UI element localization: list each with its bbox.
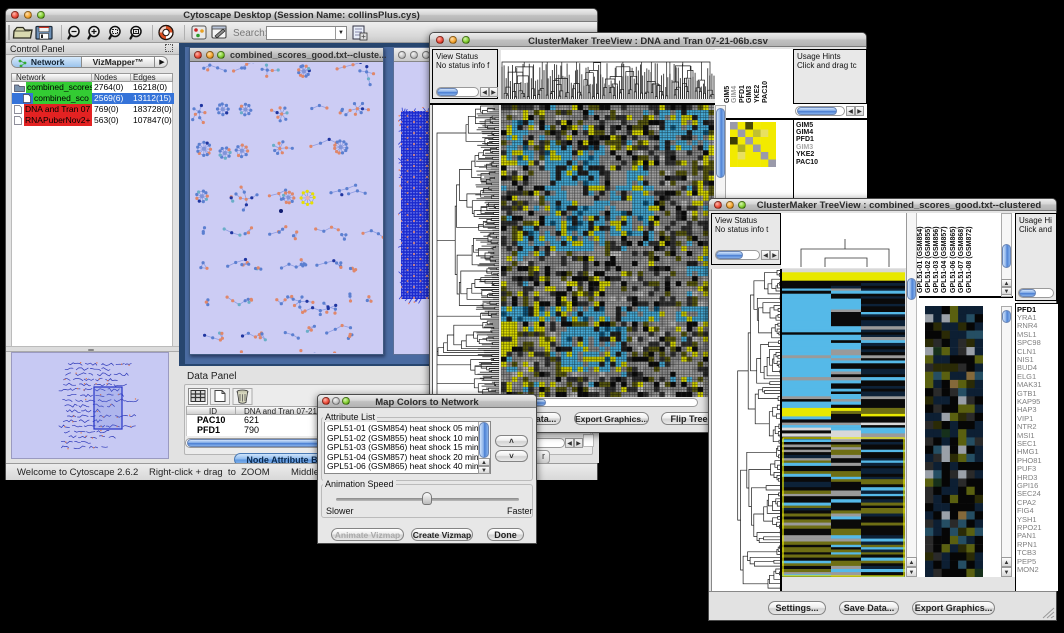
svg-text:Search:: Search:: [233, 28, 267, 39]
